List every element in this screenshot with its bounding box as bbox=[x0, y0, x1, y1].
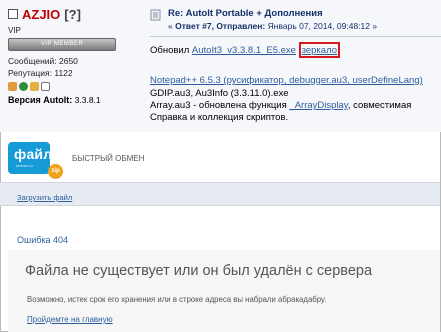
sent-date: Январь 07, 2014, 09:48:12 bbox=[267, 21, 371, 31]
array-suffix: , совместимая bbox=[347, 100, 412, 111]
download-link[interactable]: AutoIt3_v3.3.8.1_E5.exe bbox=[192, 45, 296, 56]
people-icon[interactable] bbox=[8, 82, 17, 91]
logo-badge: zip bbox=[48, 164, 63, 179]
arraydisplay-link[interactable]: _ArrayDisplay bbox=[289, 100, 347, 111]
body-line-array: Array.au3 - обновлена функция _ArrayDisp… bbox=[150, 100, 411, 111]
error-heading: Файла не существует или он был удалён с … bbox=[25, 263, 373, 279]
user-icons bbox=[8, 82, 138, 92]
filehost-logo[interactable]: файл sharez.ru bbox=[8, 142, 53, 174]
home-link[interactable]: Пройдемте на главную bbox=[27, 315, 113, 324]
notepad-link[interactable]: Notepad++ 6.5.3 (русификатор, debugger.a… bbox=[150, 75, 423, 86]
user-rank: VIP bbox=[8, 26, 21, 35]
body-line-help: Справка и коллекция скриптов. bbox=[150, 112, 289, 123]
array-text: Array.au3 - обновлена функция bbox=[150, 100, 290, 111]
user-profile: AZJIO [?] VIP VIP MEMBER Сообщений: 2650… bbox=[8, 6, 138, 105]
globe-icon[interactable] bbox=[19, 82, 28, 91]
username-row: AZJIO [?] bbox=[8, 6, 138, 22]
post-divider bbox=[150, 36, 441, 37]
mirror-highlight: зеркало bbox=[298, 42, 341, 58]
site-tagline: БЫСТРЫЙ ОБМЕН bbox=[72, 154, 145, 163]
version-label: Версия AutoIt: bbox=[8, 95, 73, 105]
select-checkbox[interactable] bbox=[8, 9, 18, 19]
user-status: [?] bbox=[64, 6, 81, 22]
autoit-version: Версия AutoIt: 3.3.8.1 bbox=[8, 95, 138, 105]
mirror-link[interactable]: зеркало bbox=[302, 45, 337, 56]
post-title[interactable]: Re: AutoIt Portable + Дополнения bbox=[168, 8, 377, 20]
user-icon[interactable] bbox=[30, 82, 39, 91]
post-header: Re: AutoIt Portable + Дополнения « Ответ… bbox=[150, 8, 440, 32]
vip-badge: VIP MEMBER bbox=[8, 38, 116, 51]
logo-subtext: sharez.ru bbox=[16, 163, 33, 168]
reply-number: Ответ #7, bbox=[175, 21, 214, 31]
body-line-gdip: GDIP.au3, Au3Info (3.3.11.0).exe bbox=[150, 88, 289, 99]
post-count: Сообщений: 2650 bbox=[8, 56, 78, 66]
version-value: 3.3.8.1 bbox=[74, 95, 101, 105]
logo-word: файл bbox=[14, 146, 53, 162]
error-title: Ошибка 404 bbox=[17, 235, 69, 245]
reputation: Репутация: 1122 bbox=[8, 68, 73, 78]
meta-suffix: » bbox=[370, 21, 378, 31]
body-line-update: Обновил AutoIt3_v3.3.8.1_E5.exe зеркало bbox=[150, 42, 341, 58]
error-text: Возможно, истек срок его хранения или в … bbox=[27, 295, 327, 304]
upload-file-link[interactable]: Загрузить файл bbox=[17, 193, 72, 202]
post-meta: « Ответ #7, Отправлен: Январь 07, 2014, … bbox=[168, 20, 377, 32]
update-text: Обновил bbox=[150, 45, 192, 56]
forum-post: AZJIO [?] VIP VIP MEMBER Сообщений: 2650… bbox=[0, 0, 441, 132]
username-link[interactable]: AZJIO bbox=[22, 7, 60, 22]
message-icon[interactable] bbox=[41, 82, 50, 91]
post-head-row: Re: AutoIt Portable + Дополнения « Ответ… bbox=[150, 8, 440, 32]
document-icon bbox=[150, 9, 161, 21]
sent-label: Отправлен: bbox=[216, 21, 266, 31]
